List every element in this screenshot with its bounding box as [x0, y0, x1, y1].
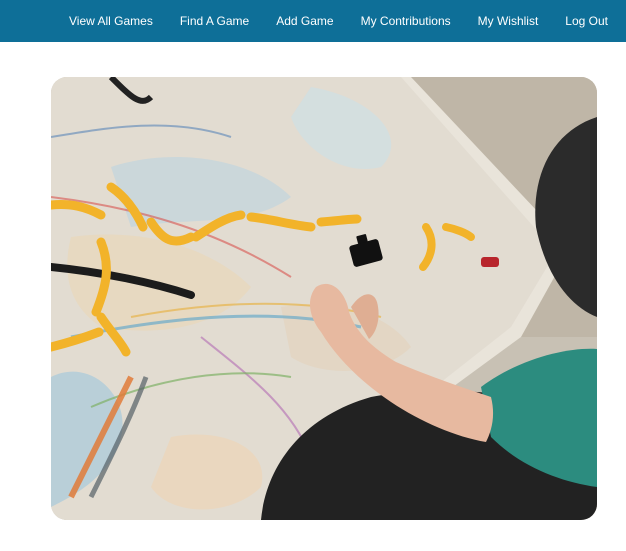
- nav-link-view-all-games[interactable]: View All Games: [69, 14, 153, 28]
- nav-link-find-a-game[interactable]: Find A Game: [180, 14, 249, 28]
- board-game-photo: [51, 77, 597, 520]
- top-navbar: View All Games Find A Game Add Game My C…: [0, 0, 626, 42]
- nav-link-log-out[interactable]: Log Out: [565, 14, 608, 28]
- nav-links: View All Games Find A Game Add Game My C…: [42, 0, 626, 42]
- nav-link-add-game[interactable]: Add Game: [276, 14, 333, 28]
- hero-image: [51, 77, 597, 520]
- nav-link-my-wishlist[interactable]: My Wishlist: [478, 14, 539, 28]
- nav-link-my-contributions[interactable]: My Contributions: [361, 14, 451, 28]
